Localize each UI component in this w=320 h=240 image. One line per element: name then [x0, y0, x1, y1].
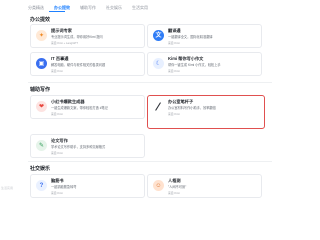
assistant-card-brain-teaser[interactable]: ? 脑筋书 一起猜脑筋急转弯 来自 Kimi — [30, 174, 145, 198]
tab-life[interactable]: 生活实用 — [132, 5, 148, 10]
side-watermark: 生活实用 — [1, 186, 14, 190]
card-author: 来自 Kimi — [51, 151, 63, 155]
card-author: 来自 Kimi — [51, 112, 63, 116]
card-description: 解答电脑、硬件与软件相关的各类问题 — [51, 63, 106, 67]
assistant-card-personality-test[interactable]: ☺ 人格测 "人间不可测" 来自 Kimi — [147, 174, 262, 198]
card-description: 专业提示词生成，帮你用好Kimi 提问 — [51, 35, 103, 39]
tab-featured[interactable]: 分类精选 — [28, 5, 44, 10]
section-title-office: 办公提效 — [30, 17, 51, 23]
category-tabs: 分类精选 办公提效 辅助写作 社交娱乐 生活实用 — [28, 2, 148, 12]
assistant-card-office-writer[interactable]: 办公室笔杆子 办公室材料写作小助手，效率翻倍 来自 Kimi — [147, 95, 265, 129]
xiaohongshu-icon: ❤ — [36, 101, 47, 112]
card-description: 办公室材料写作小助手，效率翻倍 — [168, 106, 216, 110]
assistant-card-prompt-expert[interactable]: ✦ 提示词专家 专业提示词生成，帮你用好Kimi 提问 来自 Kimi + La… — [30, 24, 145, 48]
card-description: 一键生成爆款文案，带你轻松打造 #笔记 — [51, 106, 108, 110]
card-author: 来自 Kimi — [168, 191, 180, 195]
tab-writing[interactable]: 辅助写作 — [80, 5, 96, 10]
card-author: 来自 Kimi — [168, 112, 180, 116]
card-author: 来自 Kimi — [51, 191, 63, 195]
card-description: "人间不可测" — [168, 185, 187, 189]
card-description: 一起猜脑筋急转弯 — [51, 185, 77, 189]
tab-office[interactable]: 办公提效 — [54, 5, 70, 10]
it-helper-icon: ▣ — [36, 58, 47, 69]
tab-social[interactable]: 社交娱乐 — [106, 5, 122, 10]
section-divider — [28, 161, 272, 162]
card-author: 来自 Kimi — [51, 69, 63, 73]
assistant-card-kimi-essay[interactable]: ☾ Kimi 帮你写小作文 帮你一键生成 Kimi 小作文，轻松上手 来自 Ki… — [147, 52, 262, 76]
person-icon: ☺ — [153, 180, 164, 191]
section-title-social: 社交娱乐 — [30, 166, 51, 172]
card-description: 帮你一键生成 Kimi 小作文，轻松上手 — [168, 63, 221, 67]
moon-icon: ☾ — [153, 58, 164, 69]
assistant-card-it-helper[interactable]: ▣ IT 百事通 解答电脑、硬件与软件相关的各类问题 来自 Kimi — [30, 52, 145, 76]
section-title-writing: 辅助写作 — [30, 87, 51, 93]
translate-icon: 文 — [153, 30, 164, 41]
assistant-card-translate[interactable]: 文 翻译通 一键翻译全文，国际化精准翻译 来自 Kimi — [147, 24, 262, 48]
card-author: 来自 Kimi + LangGPT — [51, 41, 78, 45]
card-author: 来自 Kimi — [168, 69, 180, 73]
card-author: 来自 Kimi — [168, 41, 180, 45]
card-description: 学术论文写作助手，支持多种文献格式 — [51, 145, 106, 149]
prompt-expert-icon: ✦ — [36, 30, 47, 41]
assistant-square-page: 分类精选 办公提效 辅助写作 社交娱乐 生活实用 办公提效 ✦ 提示词专家 专业… — [0, 0, 300, 200]
assistant-card-xiaohongshu[interactable]: ❤ 小红书爆款生成器 一键生成爆款文案，带你轻松打造 #笔记 来自 Kimi — [30, 95, 145, 119]
brain-teaser-icon: ? — [36, 180, 47, 191]
card-description: 一键翻译全文，国际化精准翻译 — [168, 35, 213, 39]
paper-icon: ✎ — [36, 140, 47, 151]
active-tab-indicator — [49, 11, 65, 12]
pen-icon — [153, 101, 164, 112]
section-divider — [28, 82, 272, 83]
assistant-card-paper-writing[interactable]: ✎ 论文写作 学术论文写作助手，支持多种文献格式 来自 Kimi — [30, 134, 145, 158]
